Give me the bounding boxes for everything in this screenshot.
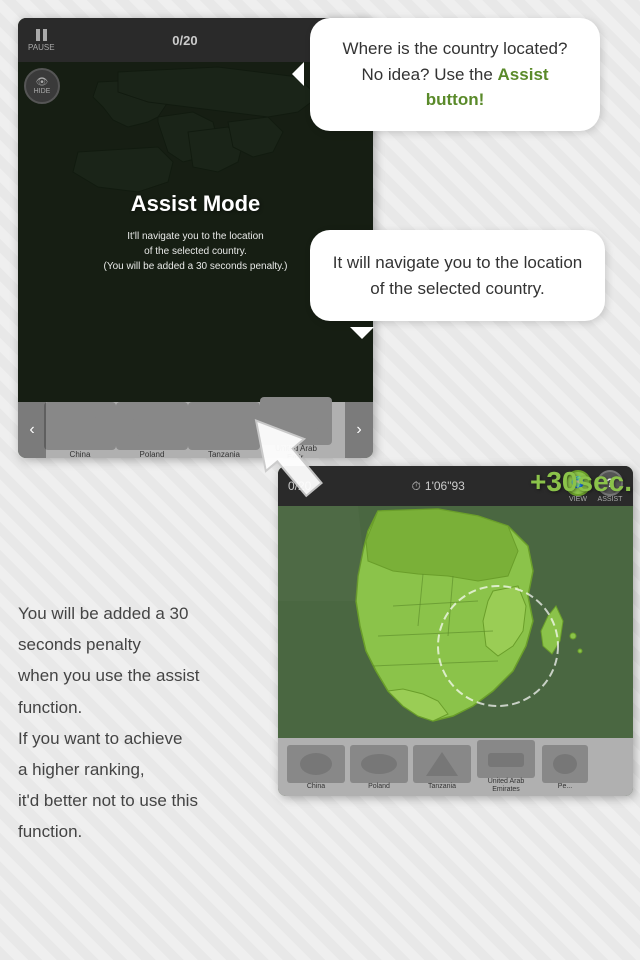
country-item-0[interactable]: China	[46, 402, 114, 459]
bot-country-0[interactable]: China	[286, 745, 346, 790]
bot-country-label-3: United ArabEmirates	[488, 778, 525, 793]
bot-country-label-4: Pe...	[558, 783, 572, 790]
bot-country-2[interactable]: Tanzania	[412, 745, 472, 790]
country-item-1[interactable]: Poland	[118, 402, 186, 459]
hide-label: HIDE	[34, 88, 51, 95]
africa-map-area	[278, 506, 633, 738]
bottom-clock-icon: ⏱	[412, 479, 421, 494]
left-text-line1: You will be added a 30	[18, 600, 268, 627]
bot-country-1[interactable]: Poland	[349, 745, 409, 790]
bubble-2-text: It will navigate you to the location of …	[332, 250, 583, 301]
main-container: PAUSE 0/20 ⏱ 22"88	[0, 0, 640, 960]
hide-button[interactable]: 👁 HIDE	[24, 68, 60, 104]
left-text-line6: a higher ranking,	[18, 756, 268, 783]
left-text-line3: when you use the assist	[18, 662, 268, 689]
left-text-line5: If you want to achieve	[18, 725, 268, 752]
bubble-2: It will navigate you to the location of …	[310, 230, 605, 321]
left-text-line4: function.	[18, 694, 268, 721]
nav-left-button[interactable]: ‹	[18, 402, 46, 458]
pause-button[interactable]: PAUSE	[28, 29, 55, 52]
assist-description: It'll navigate you to the location of th…	[103, 229, 287, 274]
bot-country-label-0: China	[307, 783, 325, 790]
bot-country-4[interactable]: Pe...	[540, 745, 590, 790]
bottom-timer: 1'06"93	[425, 479, 465, 493]
bubble-1: Where is the country located? No idea? U…	[310, 18, 600, 131]
penalty-badge: +30sec.	[530, 466, 632, 498]
left-text-line2: seconds penalty	[18, 631, 268, 658]
big-arrow	[220, 400, 350, 515]
game-screen-bottom: 0/20 ⏱ 1'06"93 🌍 VIEW ? ASSIST	[278, 466, 633, 796]
bot-country-label-2: Tanzania	[428, 783, 456, 790]
country-label-0: China	[70, 450, 91, 459]
country-label-1: Poland	[140, 450, 165, 459]
bubble-1-text: Where is the country located? No idea? U…	[330, 36, 580, 113]
assist-mode-title: Assist Mode	[131, 191, 261, 217]
bottom-timer-area: ⏱ 1'06"93	[412, 479, 465, 494]
bot-country-3[interactable]: United ArabEmirates	[475, 740, 537, 793]
africa-map-svg	[278, 506, 633, 738]
left-text-block: You will be added a 30 seconds penalty w…	[18, 600, 268, 850]
countries-strip-bottom: China Poland Tanzania	[278, 738, 633, 796]
bot-country-label-1: Poland	[368, 783, 390, 790]
left-text-line8: function.	[18, 818, 268, 845]
score-display: 0/20	[172, 33, 197, 48]
pause-label: PAUSE	[28, 43, 55, 52]
left-text-line7: it'd better not to use this	[18, 787, 268, 814]
